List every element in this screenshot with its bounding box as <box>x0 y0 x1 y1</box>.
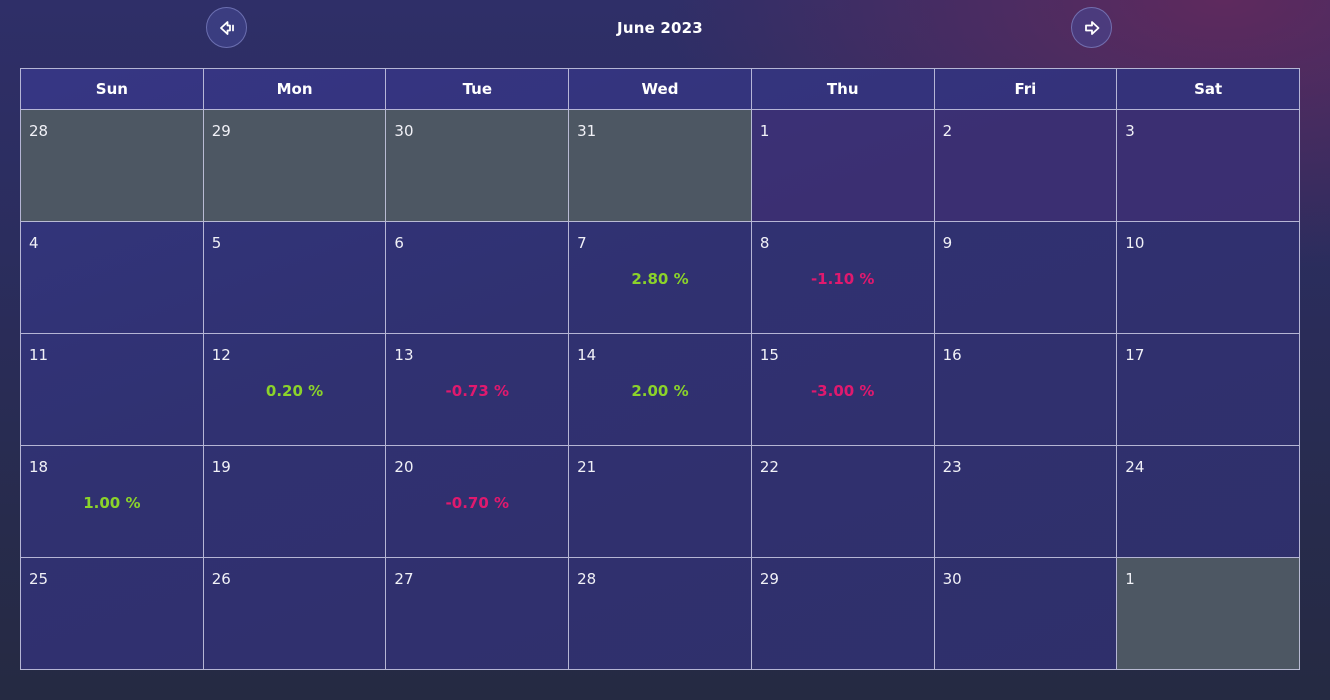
day-number: 18 <box>29 458 49 476</box>
daily-change-value: 2.00 % <box>631 382 689 400</box>
day-cell[interactable]: 28 <box>569 558 752 670</box>
day-number: 27 <box>394 570 414 588</box>
day-cell[interactable]: 7 2.80 % <box>569 222 752 334</box>
daily-change-value: 1.00 % <box>83 494 141 512</box>
day-cell[interactable]: 1 <box>751 110 935 222</box>
day-number: 7 <box>577 234 587 252</box>
day-cell[interactable]: 12 0.20 % <box>203 334 387 446</box>
day-number: 14 <box>577 346 597 364</box>
daily-change-value: -1.10 % <box>810 270 875 288</box>
day-number: 23 <box>942 458 962 476</box>
day-cell[interactable]: 11 <box>21 334 204 446</box>
day-number: 8 <box>759 234 770 252</box>
day-cell[interactable]: 3 <box>1117 110 1300 222</box>
day-cell[interactable]: 2 <box>934 110 1118 222</box>
day-number: 12 <box>211 346 231 364</box>
day-cell[interactable]: 29 <box>751 558 935 670</box>
day-cell[interactable]: 19 <box>203 446 387 558</box>
day-cell[interactable]: 14 2.00 % <box>569 334 752 446</box>
day-cell[interactable]: 16 <box>934 334 1118 446</box>
day-cell[interactable]: 9 <box>934 222 1118 334</box>
daily-change-value: 0.20 % <box>265 382 324 400</box>
day-cell[interactable]: 25 <box>21 558 204 670</box>
weekday-header: Sun <box>21 69 204 110</box>
day-number: 21 <box>577 458 597 476</box>
day-cell[interactable]: 24 <box>1117 446 1300 558</box>
day-cell[interactable]: 4 <box>21 222 204 334</box>
daily-change-value: -3.00 % <box>810 382 875 400</box>
day-cell-outside-month[interactable]: 29 <box>203 110 387 222</box>
day-cell[interactable]: 21 <box>569 446 752 558</box>
day-cell[interactable]: 18 1.00 % <box>21 446 204 558</box>
day-number: 31 <box>577 122 597 140</box>
day-number: 9 <box>942 234 953 252</box>
day-number: 30 <box>394 122 414 140</box>
day-number: 29 <box>759 570 779 588</box>
day-number: 6 <box>394 234 404 252</box>
day-number: 24 <box>1125 458 1145 476</box>
weekday-header: Wed <box>569 69 752 110</box>
day-cell[interactable]: 10 <box>1117 222 1300 334</box>
day-number: 19 <box>211 458 231 476</box>
day-cell[interactable]: 22 <box>751 446 935 558</box>
day-number: 16 <box>942 346 962 364</box>
day-cell-outside-month[interactable]: 31 <box>569 110 752 222</box>
day-number: 28 <box>577 570 597 588</box>
day-cell[interactable]: 17 <box>1117 334 1300 446</box>
day-number: 17 <box>1125 346 1145 364</box>
day-number: 22 <box>759 458 779 476</box>
daily-change-value: 2.80 % <box>631 270 689 288</box>
day-cell[interactable]: 13 -0.73 % <box>386 334 570 446</box>
day-number: 29 <box>211 122 231 140</box>
weekday-header: Sat <box>1117 69 1300 110</box>
day-number: 15 <box>759 346 779 364</box>
arrow-left-icon <box>219 20 234 35</box>
daily-change-value: -0.70 % <box>445 494 510 512</box>
day-number: 10 <box>1125 234 1145 252</box>
arrow-right-icon <box>1084 20 1099 35</box>
day-number: 1 <box>1125 570 1135 588</box>
day-number: 2 <box>942 122 953 140</box>
day-number: 26 <box>211 570 231 588</box>
weekday-header: Fri <box>934 69 1118 110</box>
day-number: 28 <box>29 122 49 140</box>
day-cell[interactable]: 15 -3.00 % <box>751 334 935 446</box>
calendar-grid: Sun Mon Tue Wed Thu Fri Sat 28 29 30 31 1 2 3 4 5 6 7 2.80… <box>20 68 1300 670</box>
day-cell[interactable]: 27 <box>386 558 570 670</box>
day-cell-outside-month[interactable]: 1 <box>1117 558 1300 670</box>
weekday-header: Mon <box>203 69 387 110</box>
day-cell[interactable]: 8 -1.10 % <box>751 222 935 334</box>
day-cell[interactable]: 26 <box>203 558 387 670</box>
day-cell[interactable]: 6 <box>386 222 570 334</box>
day-cell[interactable]: 30 <box>934 558 1118 670</box>
daily-change-value: -0.73 % <box>445 382 510 400</box>
day-number: 20 <box>394 458 414 476</box>
day-cell-outside-month[interactable]: 28 <box>21 110 204 222</box>
prev-month-button[interactable] <box>206 7 247 48</box>
day-number: 30 <box>942 570 962 588</box>
day-number: 5 <box>211 234 222 252</box>
weekday-header: Tue <box>386 69 570 110</box>
month-title: June 2023 <box>617 19 703 37</box>
day-number: 4 <box>29 234 39 252</box>
day-number: 1 <box>759 122 770 140</box>
day-number: 11 <box>29 346 49 364</box>
day-number: 13 <box>394 346 414 364</box>
day-cell[interactable]: 5 <box>203 222 387 334</box>
day-cell[interactable]: 20 -0.70 % <box>386 446 570 558</box>
day-cell-outside-month[interactable]: 30 <box>386 110 570 222</box>
day-number: 25 <box>29 570 49 588</box>
next-month-button[interactable] <box>1071 7 1112 48</box>
day-cell[interactable]: 23 <box>934 446 1118 558</box>
day-number: 3 <box>1125 122 1135 140</box>
weekday-header: Thu <box>751 69 935 110</box>
